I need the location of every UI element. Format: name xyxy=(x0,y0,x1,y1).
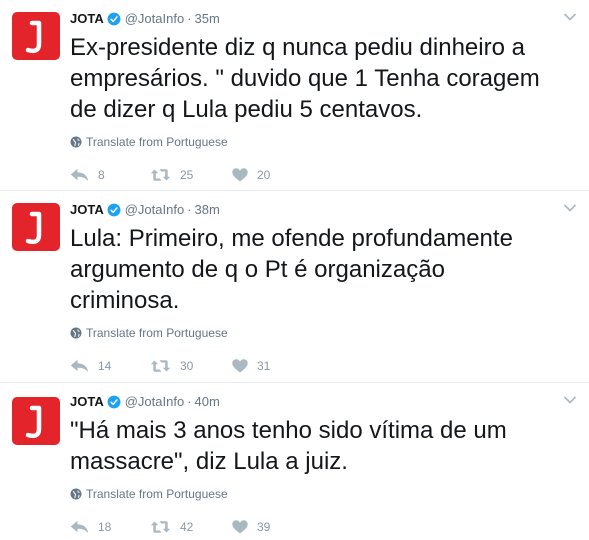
verified-badge-icon xyxy=(107,203,121,217)
reply-count: 8 xyxy=(98,168,105,182)
jota-logo-icon xyxy=(25,20,42,54)
jota-logo-icon xyxy=(25,405,42,439)
retweet-count: 25 xyxy=(180,168,194,182)
retweet-button[interactable]: 25 xyxy=(150,168,232,182)
verified-badge-icon xyxy=(107,395,121,409)
chevron-down-icon[interactable] xyxy=(563,203,577,213)
avatar[interactable] xyxy=(12,397,60,445)
tweet-text: "Há mais 3 anos tenho sido vítima de um … xyxy=(70,417,507,475)
tweet-actions: 8 25 20 xyxy=(70,165,555,185)
reply-icon xyxy=(70,520,89,534)
retweet-count: 30 xyxy=(180,359,194,373)
account-handle[interactable]: @JotaInfo xyxy=(125,393,184,411)
retweet-button[interactable]: 30 xyxy=(150,359,232,373)
tweet-text: Lula: Primeiro, me ofende profundamente … xyxy=(70,225,513,314)
reply-button[interactable]: 8 xyxy=(70,168,150,182)
jota-logo-icon xyxy=(25,211,42,245)
like-button[interactable]: 31 xyxy=(232,359,312,373)
retweet-button[interactable]: 42 xyxy=(150,520,232,534)
tweet-header: JOTA @JotaInfo · 40m xyxy=(70,393,555,411)
translate-link[interactable]: Translate from Portuguese xyxy=(70,135,555,149)
separator-dot: · xyxy=(187,11,192,26)
account-name[interactable]: JOTA xyxy=(70,201,104,219)
avatar[interactable] xyxy=(12,203,60,251)
account-name[interactable]: JOTA xyxy=(70,10,104,28)
account-name[interactable]: JOTA xyxy=(70,393,104,411)
separator-dot: · xyxy=(187,394,192,409)
globe-icon xyxy=(70,327,82,339)
tweet-2[interactable]: JOTA @JotaInfo · 38m Lula: Primeiro, me … xyxy=(0,191,589,383)
separator-dot: · xyxy=(187,202,192,217)
chevron-down-icon[interactable] xyxy=(563,395,577,405)
heart-icon xyxy=(232,520,248,534)
reply-button[interactable]: 18 xyxy=(70,520,150,534)
like-button[interactable]: 39 xyxy=(232,520,312,534)
translate-link[interactable]: Translate from Portuguese xyxy=(70,326,555,340)
reply-count: 14 xyxy=(98,359,112,373)
reply-button[interactable]: 14 xyxy=(70,359,150,373)
chevron-down-icon[interactable] xyxy=(563,12,577,22)
translate-label: Translate from Portuguese xyxy=(86,487,228,501)
retweet-icon xyxy=(150,360,171,372)
tweet-timestamp[interactable]: 35m xyxy=(195,10,220,28)
translate-label: Translate from Portuguese xyxy=(86,135,228,149)
tweet-timestamp[interactable]: 38m xyxy=(195,201,220,219)
reply-icon xyxy=(70,359,89,373)
like-count: 39 xyxy=(257,520,271,534)
globe-icon xyxy=(70,488,82,500)
verified-badge-icon xyxy=(107,12,121,26)
tweet-text: Ex-presidente diz q nunca pediu dinheiro… xyxy=(70,34,540,123)
translate-link[interactable]: Translate from Portuguese xyxy=(70,487,555,501)
translate-label: Translate from Portuguese xyxy=(86,326,228,340)
tweet-header: JOTA @JotaInfo · 38m xyxy=(70,201,555,219)
retweet-icon xyxy=(150,169,171,181)
tweet-timestamp[interactable]: 40m xyxy=(195,393,220,411)
account-handle[interactable]: @JotaInfo xyxy=(125,201,184,219)
heart-icon xyxy=(232,168,248,182)
tweet-1[interactable]: JOTA @JotaInfo · 35m Ex-presidente diz q… xyxy=(0,0,589,191)
retweet-icon xyxy=(150,521,171,533)
like-count: 31 xyxy=(257,359,271,373)
tweet-timeline: JOTA @JotaInfo · 35m Ex-presidente diz q… xyxy=(0,0,589,540)
like-button[interactable]: 20 xyxy=(232,168,312,182)
reply-icon xyxy=(70,168,89,182)
tweet-actions: 18 42 39 xyxy=(70,517,555,537)
reply-count: 18 xyxy=(98,520,112,534)
retweet-count: 42 xyxy=(180,520,194,534)
heart-icon xyxy=(232,359,248,373)
tweet-header: JOTA @JotaInfo · 35m xyxy=(70,10,555,28)
tweet-3[interactable]: JOTA @JotaInfo · 40m "Há mais 3 anos ten… xyxy=(0,383,589,540)
tweet-actions: 14 30 31 xyxy=(70,356,555,376)
globe-icon xyxy=(70,136,82,148)
like-count: 20 xyxy=(257,168,271,182)
avatar[interactable] xyxy=(12,12,60,60)
account-handle[interactable]: @JotaInfo xyxy=(125,10,184,28)
